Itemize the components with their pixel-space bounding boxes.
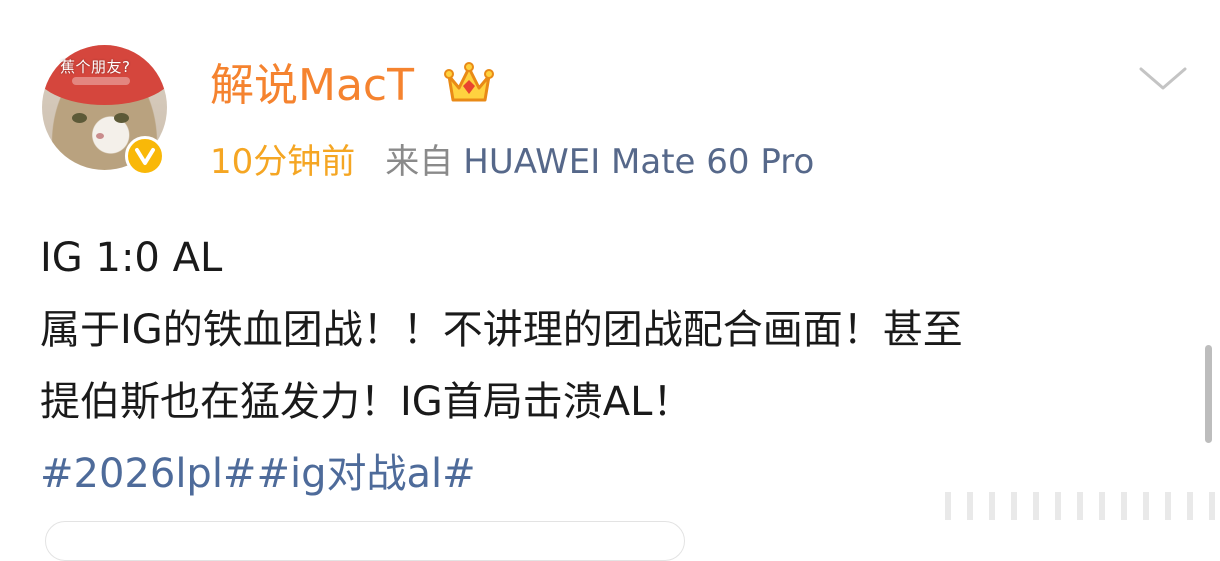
avatar-caption: 蕉个朋友? xyxy=(60,58,131,76)
content-line: IG 1:0 AL xyxy=(40,235,223,281)
crown-icon xyxy=(444,62,494,102)
username[interactable]: 解说MacT xyxy=(210,58,414,114)
avatar-nose xyxy=(96,133,104,139)
content-line: 属于IG的铁血团战！！不讲理的团战配合画面！甚至 xyxy=(40,307,963,353)
source-label: 来自 xyxy=(385,142,454,182)
post-meta: 10分钟前 来自 HUAWEI Mate 60 Pro xyxy=(210,140,814,184)
avatar-eye-right xyxy=(114,113,129,123)
avatar-eye-left xyxy=(72,113,87,123)
verified-icon xyxy=(125,136,165,176)
content-line: 提伯斯也在猛发力！IG首局击溃AL！ xyxy=(40,379,693,425)
post-content: IG 1:0 AL 属于IG的铁血团战！！不讲理的团战配合画面！甚至 提伯斯也在… xyxy=(40,222,1190,510)
next-card-edge xyxy=(45,521,685,561)
device-name[interactable]: HUAWEI Mate 60 Pro xyxy=(463,142,814,182)
watermark xyxy=(945,492,1215,520)
chevron-down-icon[interactable] xyxy=(1137,63,1189,93)
scrollbar[interactable] xyxy=(1205,345,1212,443)
post-time: 10分钟前 xyxy=(210,142,356,182)
